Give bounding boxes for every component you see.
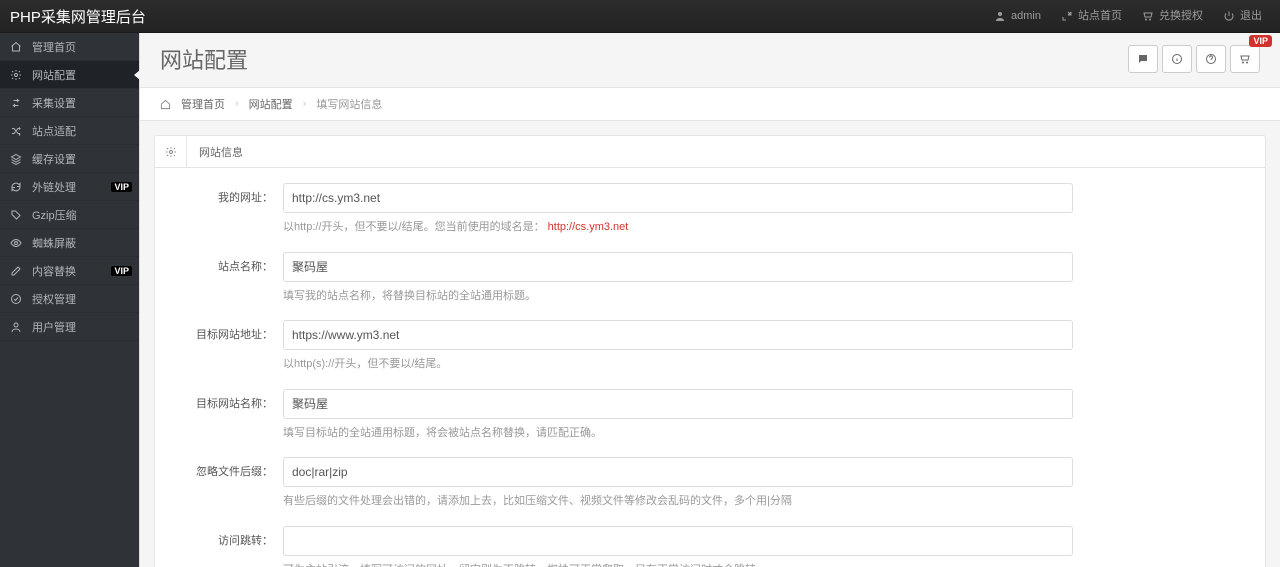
logout-link[interactable]: 退出 (1213, 0, 1272, 33)
sidebar-item-label: 缓存设置 (32, 151, 76, 167)
site-name-input[interactable] (283, 252, 1073, 282)
sidebar-item-label: 蜘蛛屏蔽 (32, 235, 76, 251)
header-btn-info[interactable] (1162, 45, 1192, 73)
page-title: 网站配置 (160, 43, 248, 75)
panel-site-info: 网站信息 我的网址： 以http://开头，但不要以/结尾。您当前使用的域名是：… (154, 135, 1266, 567)
breadcrumb: 管理首页 › 网站配置 › 填写网站信息 (140, 87, 1280, 121)
info-icon (1171, 53, 1183, 65)
sidebar-item-4[interactable]: 缓存设置 (0, 145, 139, 173)
redirect-help: 可为主站引流，填写可访问的网址，留空则为不跳转。蜘蛛可正常爬取，只有正常访问时才… (283, 562, 1073, 567)
header-btn-cart[interactable] (1230, 45, 1260, 73)
panel-title: 网站信息 (187, 144, 255, 160)
sidebar-item-label: 网站配置 (32, 67, 76, 83)
retweet-icon (10, 97, 22, 109)
site-home-link[interactable]: 站点首页 (1051, 0, 1132, 33)
ext-input[interactable] (283, 457, 1073, 487)
url-label: 我的网址： (173, 183, 283, 237)
chat-icon (1137, 53, 1149, 65)
page-header: 网站配置 VIP (140, 33, 1280, 87)
target-name-help: 填写目标站的全站通用标题，将会被站点名称替换，请匹配正确。 (283, 425, 1073, 443)
shuffle-icon (10, 125, 22, 137)
user-icon (994, 10, 1006, 22)
power-icon (1223, 10, 1235, 22)
url-input[interactable] (283, 183, 1073, 213)
breadcrumb-home[interactable]: 管理首页 (181, 96, 225, 112)
user-menu[interactable]: admin (984, 0, 1051, 33)
sidebar-item-3[interactable]: 站点适配 (0, 117, 139, 145)
breadcrumb-section[interactable]: 网站配置 (249, 96, 293, 112)
topbar: PHP采集网管理后台 admin 站点首页 兑换授权 退出 (0, 0, 1280, 33)
home-icon (160, 99, 171, 110)
brand-title: PHP采集网管理后台 (10, 6, 146, 27)
breadcrumb-sep: › (303, 98, 307, 110)
question-icon (1205, 53, 1217, 65)
pencil-icon (10, 265, 22, 277)
panel-header: 网站信息 (155, 136, 1265, 168)
redirect-label: 访问跳转： (173, 526, 283, 567)
site-name-label: 站点名称： (173, 252, 283, 306)
breadcrumb-current: 填写网站信息 (316, 96, 382, 112)
share-icon (1061, 10, 1073, 22)
redirect-input[interactable] (283, 526, 1073, 556)
ext-label: 忽略文件后缀： (173, 457, 283, 511)
sidebar-item-2[interactable]: 采集设置 (0, 89, 139, 117)
panel-body: 我的网址： 以http://开头，但不要以/结尾。您当前使用的域名是： http… (155, 168, 1265, 567)
exchange-link[interactable]: 兑换授权 (1132, 0, 1213, 33)
target-name-input[interactable] (283, 389, 1073, 419)
header-actions: VIP (1128, 45, 1260, 73)
layers-icon (10, 153, 22, 165)
vip-badge: VIP (111, 266, 132, 276)
site-name-help: 填写我的站点名称，将替换目标站的全站通用标题。 (283, 288, 1073, 306)
header-btn-chat[interactable] (1128, 45, 1158, 73)
url-help: 以http://开头，但不要以/结尾。您当前使用的域名是： http://cs.… (283, 219, 1073, 237)
vip-badge: VIP (111, 182, 132, 192)
gear-icon (165, 146, 177, 158)
user-icon (10, 321, 22, 333)
check-icon (10, 293, 22, 305)
cart-icon (1142, 10, 1154, 22)
sidebar-item-6[interactable]: Gzip压缩 (0, 201, 139, 229)
topbar-right: admin 站点首页 兑换授权 退出 (984, 0, 1272, 33)
sidebar-item-10[interactable]: 用户管理 (0, 313, 139, 341)
gear-icon (10, 69, 22, 81)
sidebar-item-1[interactable]: 网站配置 (0, 61, 139, 89)
target-url-label: 目标网站地址： (173, 320, 283, 374)
sidebar-item-label: 站点适配 (32, 123, 76, 139)
sidebar-item-9[interactable]: 授权管理 (0, 285, 139, 313)
target-url-input[interactable] (283, 320, 1073, 350)
gear-icon-box (155, 136, 187, 168)
eye-icon (10, 237, 22, 249)
user-name: admin (1011, 0, 1041, 33)
sidebar: 管理首页网站配置采集设置站点适配缓存设置外链处理 VIP Gzip压缩蜘蛛屏蔽内容替… (0, 33, 140, 567)
header-btn-help[interactable] (1196, 45, 1226, 73)
target-url-help: 以http(s)://开头，但不要以/结尾。 (283, 356, 1073, 374)
target-name-label: 目标网站名称： (173, 389, 283, 443)
ext-help: 有些后缀的文件处理会出错的，请添加上去，比如压缩文件、视频文件等修改会乱码的文件… (283, 493, 1073, 511)
refresh-icon (10, 181, 22, 193)
sidebar-item-0[interactable]: 管理首页 (0, 33, 139, 61)
sidebar-item-label: Gzip压缩 (32, 207, 77, 223)
main-area: 网站配置 VIP 管理首页 › 网站配置 › 填写网站信息 网站信息 我的网址： (140, 33, 1280, 567)
sidebar-item-label: 外链处理 (32, 179, 76, 195)
sidebar-item-label: 授权管理 (32, 291, 76, 307)
home-icon (10, 41, 22, 53)
sidebar-item-label: 内容替换 (32, 263, 76, 279)
sidebar-item-label: 管理首页 (32, 39, 76, 55)
sidebar-item-label: 采集设置 (32, 95, 76, 111)
cart-icon (1239, 53, 1251, 65)
sidebar-item-7[interactable]: 蜘蛛屏蔽 (0, 229, 139, 257)
sidebar-item-5[interactable]: 外链处理 VIP (0, 173, 139, 201)
tag-icon (10, 209, 22, 221)
breadcrumb-sep: › (235, 98, 239, 110)
sidebar-item-8[interactable]: 内容替换 VIP (0, 257, 139, 285)
sidebar-item-label: 用户管理 (32, 319, 76, 335)
vip-badge: VIP (1249, 35, 1272, 47)
